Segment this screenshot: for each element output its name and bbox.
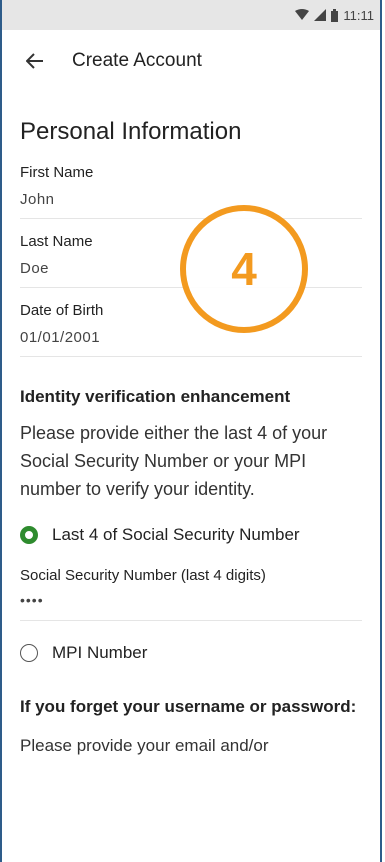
field-value: John — [20, 191, 55, 208]
forget-text: Please provide your email and/or — [20, 736, 269, 755]
radio-label: Last 4 of Social Security Number — [52, 525, 300, 544]
radio-unselected-icon[interactable] — [20, 644, 38, 662]
field-label: First Name — [20, 164, 94, 181]
wifi-icon — [295, 9, 310, 21]
radio-label: MPI Number — [52, 643, 148, 662]
radio-selected-icon[interactable] — [20, 526, 38, 544]
forget-heading: If you forget your username or password: — [20, 697, 357, 716]
step-number-badge: 4 — [180, 205, 308, 333]
back-arrow-icon[interactable] — [24, 50, 46, 72]
verification-description: Please provide either the last 4 of your… — [20, 423, 328, 499]
field-value: 01/01/2001 — [20, 329, 101, 346]
app-bar: Create Account — [2, 30, 380, 92]
ssn-label: Social Security Number (last 4 digits) — [20, 567, 266, 584]
battery-icon — [331, 8, 339, 22]
app-frame: 11:11 Create Account Personal Informatio… — [0, 0, 382, 862]
status-time: 11:11 — [343, 7, 374, 23]
section-title: Personal Information — [20, 118, 242, 145]
date-of-birth-field[interactable]: Date of Birth 01/01/2001 — [20, 302, 362, 357]
status-bar: 11:11 — [2, 0, 380, 30]
form-content: Personal Information First Name John Las… — [2, 118, 380, 756]
radio-option-ssn[interactable]: Last 4 of Social Security Number — [20, 525, 362, 545]
verification-heading: Identity verification enhancement — [20, 387, 291, 406]
radio-option-mpi[interactable]: MPI Number — [20, 643, 362, 663]
app-bar-title: Create Account — [72, 50, 202, 71]
signal-icon — [314, 9, 327, 21]
first-name-field[interactable]: First Name John — [20, 164, 362, 219]
ssn-last4-field[interactable]: Social Security Number (last 4 digits) •… — [20, 567, 362, 621]
ssn-value: •••• — [20, 592, 44, 608]
